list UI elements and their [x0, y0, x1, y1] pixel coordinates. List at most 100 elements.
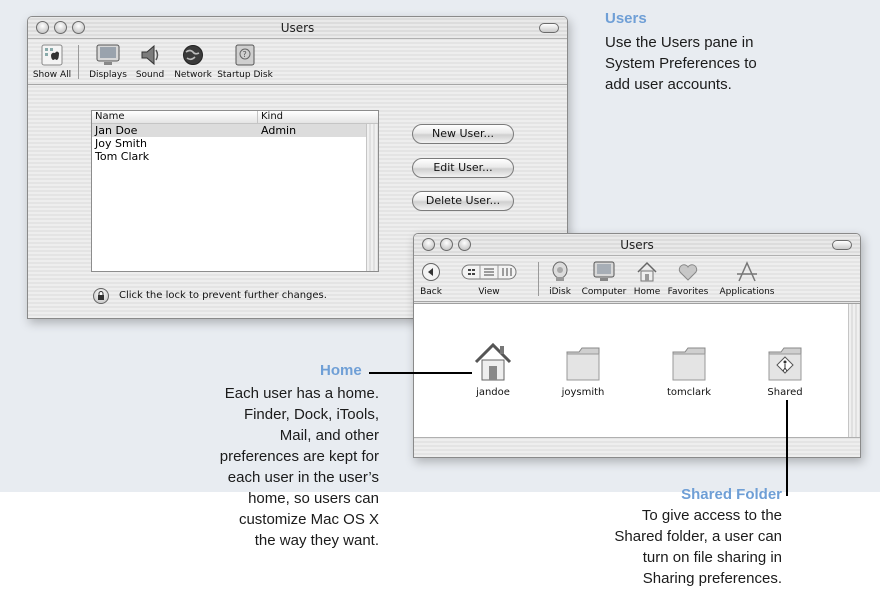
idisk-icon: [547, 260, 573, 284]
toolbar-label: View: [478, 287, 500, 297]
table-row[interactable]: Jan Doe Admin: [92, 124, 378, 137]
toolbar-label: Show All: [32, 70, 72, 80]
view-icon: [461, 260, 517, 284]
toolbar-label: Startup Disk: [217, 70, 273, 80]
toolbar-label: Back: [420, 287, 442, 297]
finder-scrollbar[interactable]: [848, 304, 860, 437]
toolbar-label: Sound: [135, 70, 165, 80]
toolbar-view[interactable]: View: [458, 260, 520, 297]
globe-icon: [180, 43, 206, 67]
toolbar-separator: [538, 262, 539, 296]
user-name: Jan Doe: [95, 124, 138, 137]
toolbar-sound[interactable]: Sound: [130, 43, 170, 80]
window-title: Users: [620, 238, 654, 252]
finder-window: Users Back View iDisk Computer Home Favo…: [413, 233, 861, 458]
user-kind: [258, 137, 261, 150]
toolbar-favorites[interactable]: Favorites: [664, 260, 712, 297]
toolbar-label: Displays: [89, 70, 127, 80]
folder-tomclark[interactable]: tomclark: [654, 340, 724, 398]
callout-line: Each user has a home.: [224, 385, 379, 402]
callout-line: turn on file sharing in: [642, 549, 782, 566]
user-kind: [258, 150, 261, 163]
toolbar-label: Favorites: [667, 287, 709, 297]
toolbar-separator: [78, 45, 79, 79]
home-callout-body: Each user has a home. Finder, Dock, iToo…: [220, 383, 379, 551]
user-name: Joy Smith: [95, 137, 148, 150]
folder-shared[interactable]: Shared: [750, 340, 820, 398]
computer-icon: [591, 260, 617, 284]
folder-label: Shared: [767, 387, 803, 398]
callout-line: Sharing preferences.: [642, 570, 782, 587]
edit-user-button[interactable]: Edit User...: [412, 158, 514, 178]
toolbar-displays[interactable]: Displays: [86, 43, 130, 80]
monitor-icon: [95, 43, 121, 67]
finder-content-area[interactable]: jandoe joysmith tomclark Shared: [414, 303, 860, 457]
users-callout-heading: Users: [605, 10, 647, 27]
folder-label: jandoe: [476, 387, 510, 398]
folder-label: joysmith: [561, 387, 605, 398]
shared-callout-body: To give access to the Shared folder, a u…: [614, 505, 782, 589]
folder-label: tomclark: [666, 387, 712, 398]
column-header-name[interactable]: Name: [92, 111, 258, 123]
home-callout-heading: Home: [320, 362, 362, 379]
speaker-icon: [137, 43, 163, 67]
folder-jandoe[interactable]: jandoe: [458, 340, 528, 398]
heart-icon: [675, 260, 701, 284]
title-bar[interactable]: Users: [414, 234, 860, 256]
list-scrollbar[interactable]: [366, 124, 378, 271]
toolbar-idisk[interactable]: iDisk: [544, 260, 576, 297]
finder-toolbar: Back View iDisk Computer Home Favorites …: [414, 256, 860, 302]
user-name: Tom Clark: [95, 150, 150, 163]
toolbar-show-all[interactable]: Show All: [30, 43, 74, 80]
prefs-toolbar: Show All Displays Sound Network ? Startu: [28, 39, 567, 85]
callout-line: each user in the user’s: [227, 469, 379, 486]
toolbar-network[interactable]: Network: [170, 43, 216, 80]
users-list[interactable]: Name Kind Jan Doe Admin Joy Smith Tom Cl…: [91, 110, 379, 272]
toolbar-computer[interactable]: Computer: [578, 260, 630, 297]
back-icon: [418, 260, 444, 284]
toolbar-label: Applications: [719, 287, 775, 297]
disk-icon: ?: [232, 43, 258, 67]
window-title: Users: [280, 21, 315, 35]
callout-line: System Preferences to: [605, 55, 757, 72]
folder-icon: [669, 340, 709, 384]
lock-status-text: Click the lock to prevent further change…: [119, 290, 327, 301]
finder-status-bar: [414, 437, 860, 457]
toolbar-toggle-button[interactable]: [539, 23, 559, 33]
toolbar-toggle-button[interactable]: [832, 240, 852, 250]
home-icon: [634, 260, 660, 284]
callout-line: home, so users can: [248, 490, 379, 507]
users-callout-body: Use the Users pane in System Preferences…: [605, 32, 757, 95]
callout-line: preferences are kept for: [219, 448, 379, 465]
callout-line: add user accounts.: [605, 76, 732, 93]
shared-folder-icon: [765, 340, 805, 384]
delete-user-button[interactable]: Delete User...: [412, 191, 514, 211]
callout-line: To give access to the: [641, 507, 782, 524]
table-row[interactable]: Joy Smith: [92, 137, 378, 150]
svg-text:?: ?: [243, 50, 247, 59]
callout-line: Shared folder, a user can: [614, 528, 782, 545]
applications-icon: [734, 260, 760, 284]
toolbar-label: Computer: [581, 287, 627, 297]
toolbar-home[interactable]: Home: [632, 260, 662, 297]
toolbar-label: iDisk: [549, 287, 571, 297]
folder-joysmith[interactable]: joysmith: [548, 340, 618, 398]
callout-line: customize Mac OS X: [238, 511, 379, 528]
toolbar-applications[interactable]: Applications: [714, 260, 780, 297]
home-leader-line: [369, 372, 472, 374]
table-row[interactable]: Tom Clark: [92, 150, 378, 163]
toolbar-back[interactable]: Back: [416, 260, 446, 297]
callout-line: Finder, Dock, iTools,: [243, 406, 379, 423]
column-header-kind[interactable]: Kind: [258, 111, 378, 123]
toolbar-startup-disk[interactable]: ? Startup Disk: [216, 43, 274, 80]
callout-line: the way they want.: [254, 532, 379, 549]
shared-leader-line: [786, 400, 788, 496]
new-user-button[interactable]: New User...: [412, 124, 514, 144]
toolbar-label: Home: [633, 287, 661, 297]
callout-line: Use the Users pane in: [605, 34, 754, 51]
shared-callout-heading: Shared Folder: [681, 486, 782, 503]
home-icon: [473, 340, 513, 384]
callout-line: Mail, and other: [279, 427, 379, 444]
lock-button[interactable]: [93, 288, 109, 304]
title-bar[interactable]: Users: [28, 17, 567, 39]
